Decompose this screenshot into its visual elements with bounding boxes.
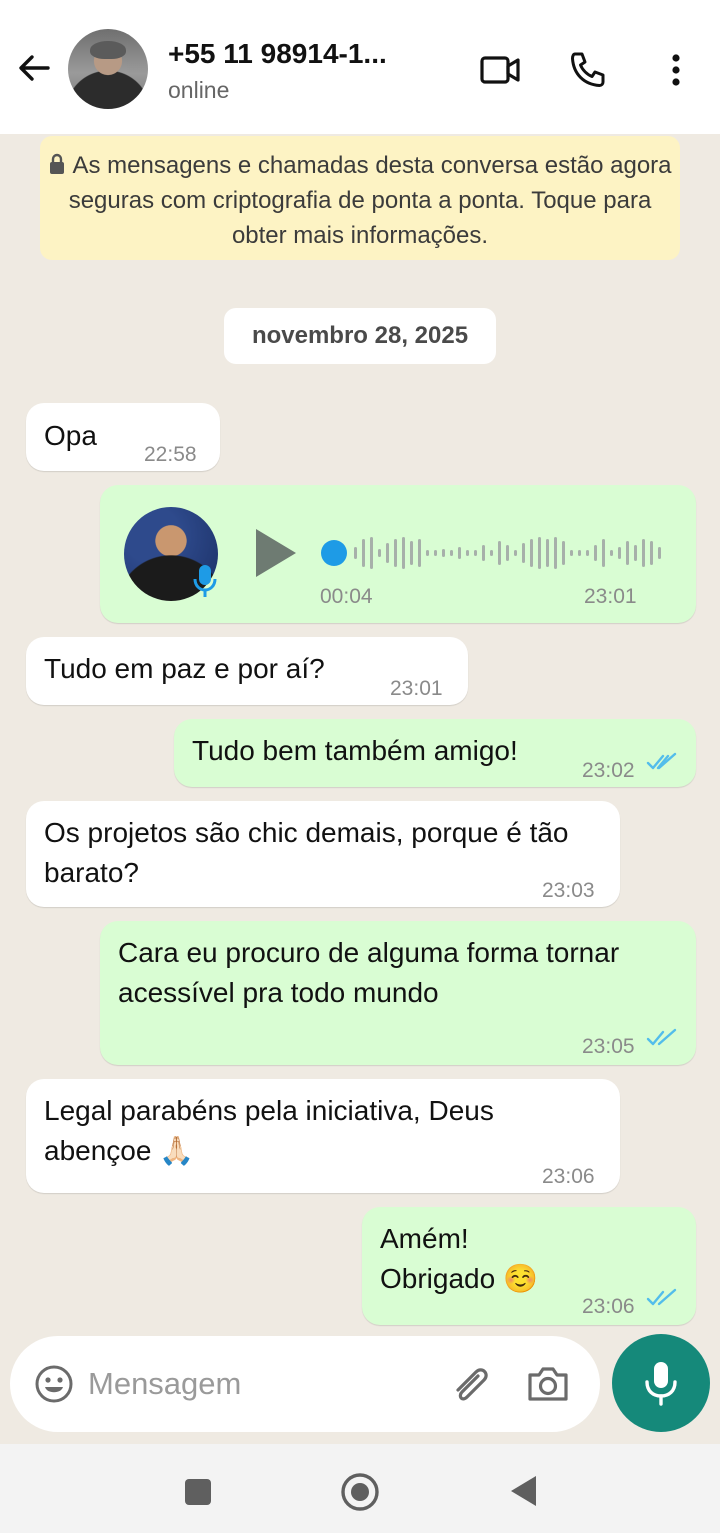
play-icon[interactable] [250, 525, 300, 581]
voice-duration: 00:04 [320, 585, 373, 608]
message-time: 23:01 [584, 585, 637, 608]
message-bubble-incoming[interactable]: Legal parabéns pela iniciativa, Deus abe… [26, 1079, 620, 1193]
microphone-icon [645, 1362, 677, 1406]
home-icon[interactable] [340, 1472, 380, 1512]
message-time: 23:06 [542, 1165, 595, 1188]
chat-header: +55 11 98914-1... online [0, 0, 720, 134]
message-text: Os projetos são chic demais, porque é tã… [44, 817, 569, 888]
encryption-notice[interactable]: As mensagens e chamadas desta conversa e… [40, 136, 680, 260]
phone-icon[interactable] [566, 48, 610, 92]
message-time: 22:58 [144, 443, 197, 466]
message-bubble-incoming[interactable]: Tudo em paz e por aí? 23:01 [26, 637, 468, 705]
date-separator: novembro 28, 2025 [224, 308, 496, 364]
read-receipt-icon [646, 1288, 677, 1306]
more-options-icon[interactable] [654, 48, 698, 92]
microphone-icon [193, 565, 217, 597]
message-text: Legal parabéns pela iniciativa, Deus abe… [44, 1095, 494, 1166]
camera-icon[interactable] [526, 1362, 570, 1406]
message-bubble-outgoing[interactable]: Cara eu procuro de alguma forma tornar a… [100, 921, 696, 1065]
recent-apps-icon[interactable] [184, 1478, 212, 1506]
read-receipt-icon [646, 1028, 677, 1046]
contact-status: online [168, 77, 230, 103]
lock-icon [50, 153, 65, 174]
audio-waveform[interactable] [320, 535, 666, 571]
back-arrow-icon[interactable] [14, 48, 54, 88]
paperclip-icon[interactable] [448, 1362, 494, 1408]
video-call-icon[interactable] [478, 48, 522, 92]
message-time: 23:03 [542, 879, 595, 902]
message-bubble-incoming[interactable]: Opa 22:58 [26, 403, 220, 471]
contact-avatar[interactable] [68, 29, 148, 109]
message-text: Cara eu procuro de alguma forma tornar a… [118, 937, 620, 1008]
message-time: 23:06 [582, 1295, 635, 1318]
voice-message-bubble[interactable]: 00:04 23:01 [100, 485, 696, 623]
contact-name[interactable]: +55 11 98914-1... [168, 38, 387, 70]
emoji-icon[interactable] [34, 1364, 74, 1404]
message-bubble-outgoing[interactable]: Amém! Obrigado ☺️ 23:06 [362, 1207, 696, 1325]
message-time: 23:02 [582, 759, 635, 782]
encryption-notice-text: As mensagens e chamadas desta conversa e… [68, 152, 672, 249]
message-text: Opa [44, 420, 97, 451]
message-bubble-incoming[interactable]: Os projetos são chic demais, porque é tã… [26, 801, 620, 907]
message-text: Amém! Obrigado ☺️ [380, 1223, 538, 1294]
read-receipt-icon [646, 752, 677, 770]
message-time: 23:01 [390, 677, 443, 700]
system-navigation-bar [0, 1444, 720, 1533]
message-time: 23:05 [582, 1035, 635, 1058]
message-text: Tudo bem também amigo! [192, 735, 518, 766]
voice-record-button[interactable] [612, 1334, 710, 1432]
message-input[interactable] [88, 1362, 428, 1406]
back-nav-icon[interactable] [508, 1474, 538, 1508]
message-composer [10, 1336, 600, 1432]
message-bubble-outgoing[interactable]: Tudo bem também amigo! 23:02 [174, 719, 696, 787]
message-text: Tudo em paz e por aí? [44, 653, 325, 684]
